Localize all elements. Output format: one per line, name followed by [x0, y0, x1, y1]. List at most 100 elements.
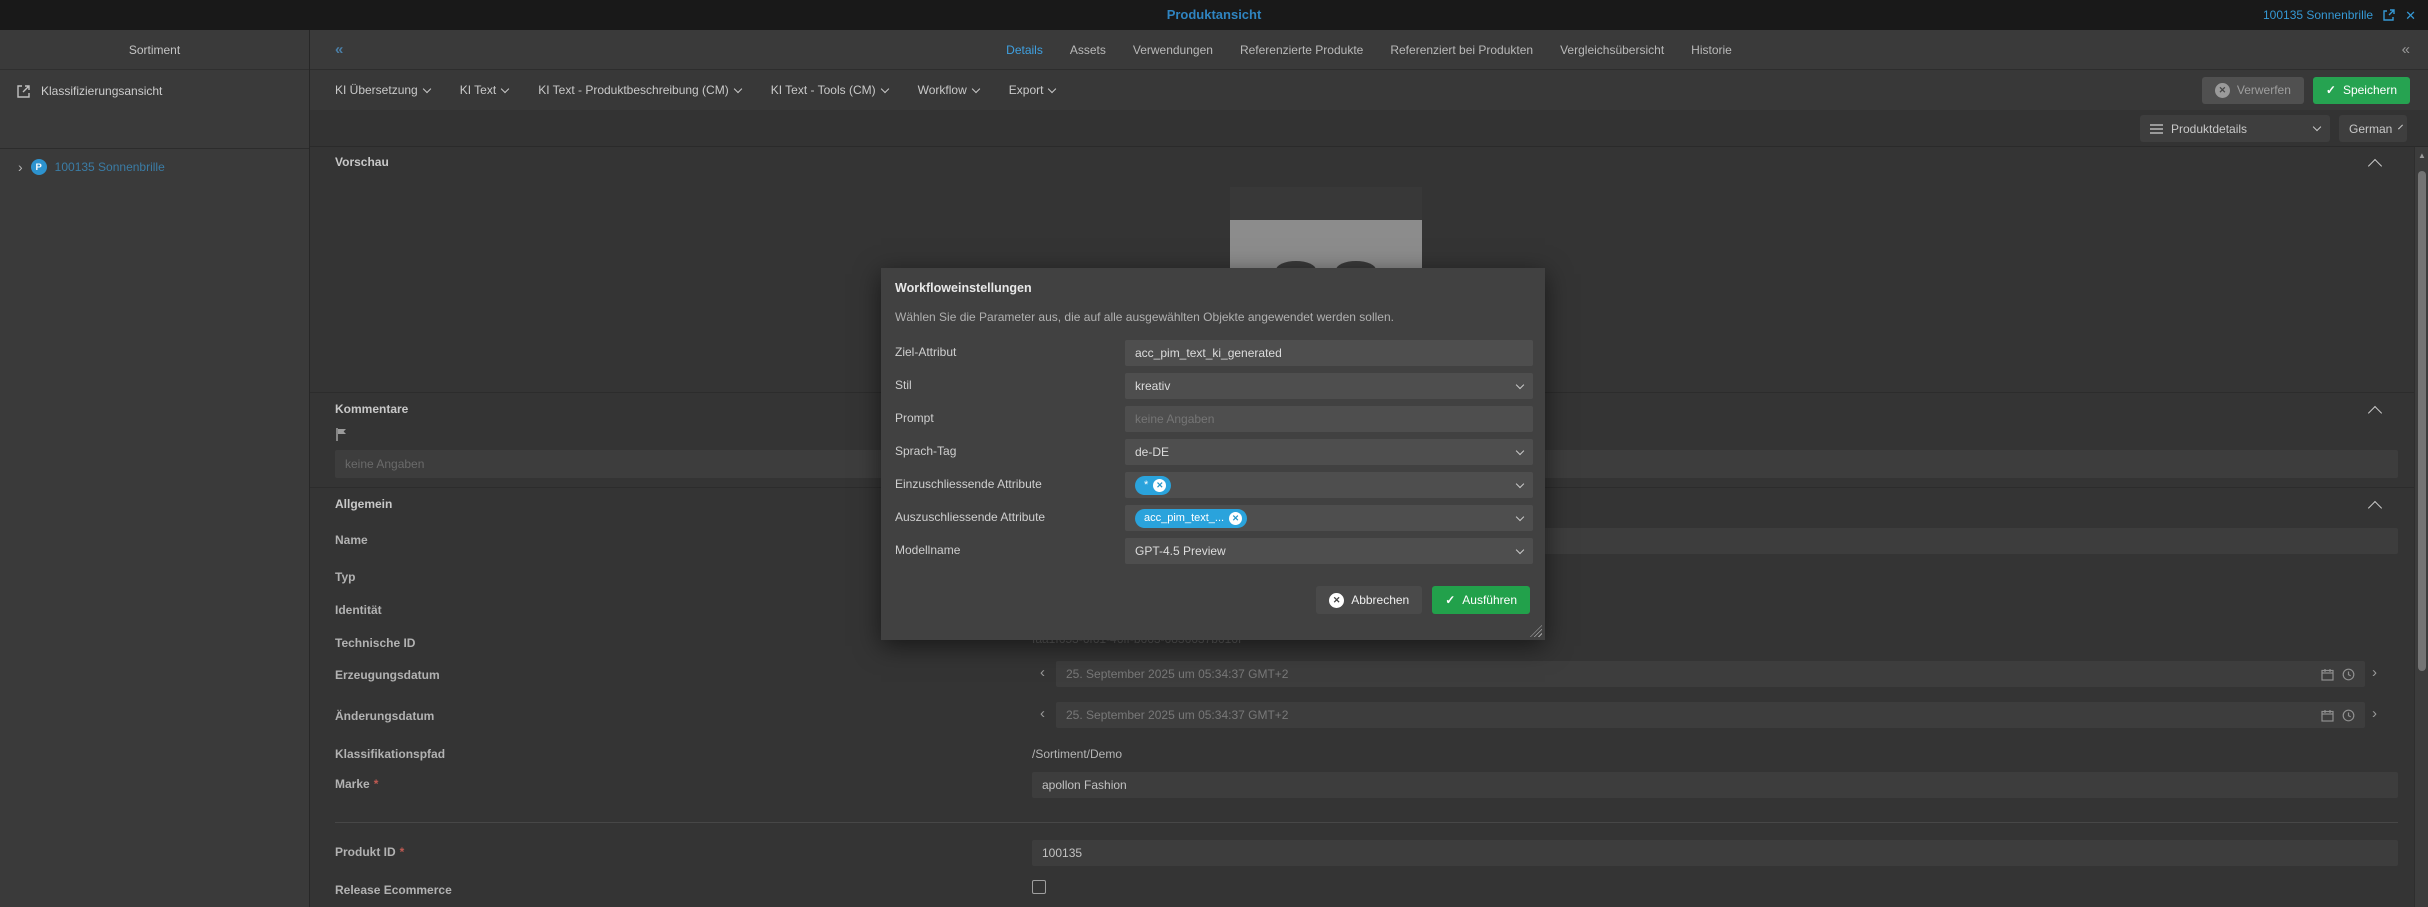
field-label-marke: Marke*: [335, 777, 378, 791]
section-kommentare-title: Kommentare: [335, 402, 408, 416]
field-label-erzeugungsdatum: Erzeugungsdatum: [335, 668, 440, 682]
cancel-button[interactable]: ✕ Abbrechen: [1316, 586, 1422, 614]
save-button[interactable]: ✓ Speichern: [2313, 77, 2410, 104]
section-allgemein-title: Allgemein: [335, 497, 392, 511]
product-link[interactable]: 100135 Sonnenbrille: [2263, 8, 2373, 22]
collapse-kommentare-icon[interactable]: [2368, 406, 2382, 420]
close-icon[interactable]: ✕: [2405, 9, 2416, 22]
chevron-down-icon: [1516, 479, 1524, 487]
menu-ki-uebersetzung[interactable]: KI Übersetzung: [335, 83, 430, 97]
sidebar-item-klassifizierungsansicht[interactable]: Klassifizierungsansicht: [0, 70, 309, 112]
chevron-down-icon: [972, 84, 980, 92]
circle-x-icon: ✕: [1329, 593, 1344, 608]
toolbar: KI Übersetzung KI Text KI Text - Produkt…: [310, 70, 2428, 110]
tab-historie[interactable]: Historie: [1691, 43, 1732, 57]
aenderungsdatum-input[interactable]: 25. September 2025 um 05:34:37 GMT+2: [1056, 702, 2365, 728]
required-asterisk: *: [400, 845, 405, 859]
tab-verwendungen[interactable]: Verwendungen: [1133, 43, 1213, 57]
chevron-down-icon: [1516, 446, 1524, 454]
tree-item-product[interactable]: › P 100135 Sonnenbrille: [0, 152, 309, 182]
discard-button[interactable]: ✕ Verwerfen: [2202, 77, 2304, 104]
chevron-down-icon: [501, 84, 509, 92]
required-asterisk: *: [374, 777, 379, 791]
menu-ki-text[interactable]: KI Text: [460, 83, 508, 97]
expand-chevron-icon[interactable]: ›: [18, 159, 23, 175]
check-icon: ✓: [2326, 83, 2336, 97]
attribute-chip: acc_pim_text_... ✕: [1135, 509, 1247, 528]
tab-referenziert-bei-produkten[interactable]: Referenziert bei Produkten: [1390, 43, 1533, 57]
erzeugungsdatum-input[interactable]: 25. September 2025 um 05:34:37 GMT+2: [1056, 661, 2365, 687]
product-badge: P: [31, 159, 47, 175]
collapse-allgemein-icon[interactable]: [2368, 501, 2382, 515]
clock-icon[interactable]: [2342, 709, 2355, 722]
sidebar: Sortiment Klassifizierungsansicht › P 10…: [0, 30, 310, 907]
attribute-chip: * ✕: [1135, 476, 1171, 495]
einzuschliessende-attribute-select[interactable]: * ✕: [1125, 472, 1533, 498]
vertical-scrollbar[interactable]: ▲: [2414, 147, 2428, 907]
marke-input[interactable]: [1032, 772, 2398, 798]
chevron-right-icon[interactable]: ›: [2372, 664, 2377, 681]
scrollbar-thumb[interactable]: [2418, 171, 2426, 671]
dialog-title: Workfloweinstellungen: [895, 281, 1032, 295]
chevron-down-icon: [880, 84, 888, 92]
ziel-attribut-text[interactable]: [1135, 346, 1523, 360]
sprach-tag-select[interactable]: de-DE: [1125, 439, 1533, 465]
collapse-sidebar-icon[interactable]: «: [335, 30, 343, 70]
auszuschliessende-attribute-select[interactable]: acc_pim_text_... ✕: [1125, 505, 1533, 531]
language-selector[interactable]: German: [2339, 115, 2407, 142]
ziel-attribut-input[interactable]: [1125, 340, 1533, 366]
check-icon: ✓: [1445, 593, 1455, 607]
menu-workflow[interactable]: Workflow: [918, 83, 979, 97]
remove-chip-icon[interactable]: ✕: [1229, 512, 1242, 525]
tab-vergleichsuebersicht[interactable]: Vergleichsübersicht: [1560, 43, 1664, 57]
modellname-select[interactable]: GPT-4.5 Preview: [1125, 538, 1533, 564]
menu-ki-text-produktbeschreibung[interactable]: KI Text - Produktbeschreibung (CM): [538, 83, 741, 97]
produkt-id-input[interactable]: [1032, 840, 2398, 866]
tab-assets[interactable]: Assets: [1070, 43, 1106, 57]
dialog-subtitle: Wählen Sie die Parameter aus, die auf al…: [895, 310, 1394, 324]
group-divider: [335, 822, 2398, 823]
klassifikationspfad-value: /Sortiment/Demo: [1032, 747, 1122, 761]
flag-icon[interactable]: [335, 427, 349, 442]
field-label-auszuschliessende-attribute: Auszuschliessende Attribute: [895, 510, 1045, 524]
remove-chip-icon[interactable]: ✕: [1153, 479, 1166, 492]
chevron-down-icon: [1048, 84, 1056, 92]
chevron-left-icon[interactable]: ‹: [1040, 705, 1045, 722]
menu-ki-text-tools[interactable]: KI Text - Tools (CM): [771, 83, 888, 97]
chevron-down-icon: [1516, 380, 1524, 388]
menu-export[interactable]: Export: [1009, 83, 1056, 97]
prompt-input[interactable]: [1125, 406, 1533, 432]
collapse-vorschau-icon[interactable]: [2368, 159, 2382, 173]
chevron-down-icon: [422, 84, 430, 92]
resize-handle[interactable]: [1530, 625, 1542, 637]
toolbar-menus: KI Übersetzung KI Text KI Text - Produkt…: [335, 70, 1055, 110]
prompt-text[interactable]: [1135, 412, 1523, 426]
classification-view-icon: [16, 83, 32, 99]
collapse-panel-icon[interactable]: «: [2402, 30, 2410, 70]
calendar-icon[interactable]: [2321, 668, 2334, 681]
tab-referenzierte-produkte[interactable]: Referenzierte Produkte: [1240, 43, 1363, 57]
section-vorschau-title: Vorschau: [335, 155, 389, 169]
field-label-typ: Typ: [335, 570, 355, 584]
tabs: Details Assets Verwendungen Referenziert…: [1006, 30, 1732, 70]
product-view-app: Produktansicht 100135 Sonnenbrille ✕ Sor…: [0, 0, 2428, 907]
chevron-down-icon: [1516, 512, 1524, 520]
field-label-sprach-tag: Sprach-Tag: [895, 444, 956, 458]
scroll-up-arrow-icon[interactable]: ▲: [2415, 151, 2428, 160]
release-ecommerce-checkbox[interactable]: [1032, 880, 1046, 894]
chevron-right-icon[interactable]: ›: [2372, 705, 2377, 722]
chevron-down-icon: [2398, 125, 2403, 130]
field-label-ziel-attribut: Ziel-Attribut: [895, 345, 956, 359]
list-view-icon: [2150, 124, 2163, 134]
calendar-icon[interactable]: [2321, 709, 2334, 722]
tab-details[interactable]: Details: [1006, 43, 1043, 57]
chevron-left-icon[interactable]: ‹: [1040, 664, 1045, 681]
open-external-icon[interactable]: [2382, 8, 2396, 22]
execute-button[interactable]: ✓ Ausführen: [1432, 586, 1530, 614]
stil-select[interactable]: kreativ: [1125, 373, 1533, 399]
tree-item-label[interactable]: 100135 Sonnenbrille: [55, 160, 165, 174]
view-selector[interactable]: Produktdetails: [2140, 115, 2330, 142]
sidebar-item-label: Klassifizierungsansicht: [41, 84, 162, 98]
clock-icon[interactable]: [2342, 668, 2355, 681]
field-label-identitaet: Identität: [335, 603, 382, 617]
